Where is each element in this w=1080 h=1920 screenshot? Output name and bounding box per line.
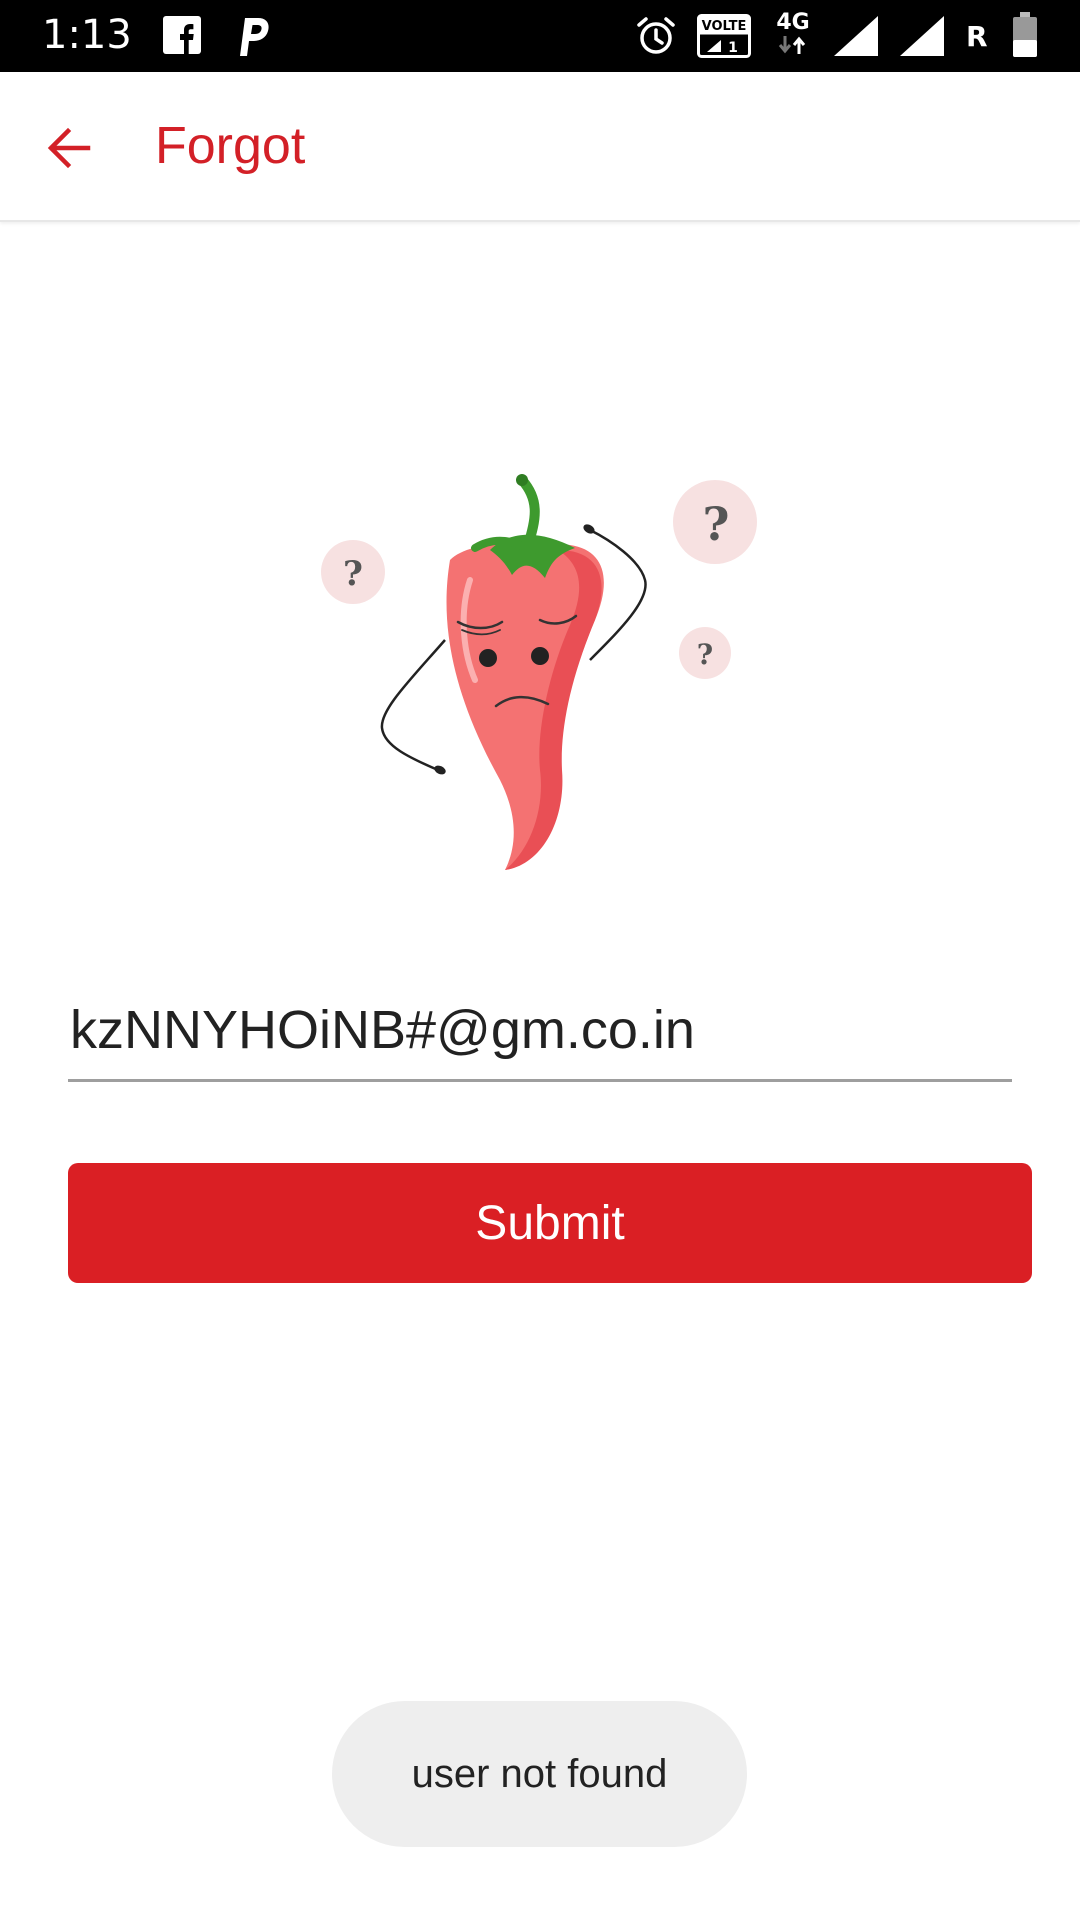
svg-text:?: ? (703, 497, 730, 551)
toast-message: user not found (332, 1701, 747, 1847)
toast-text: user not found (411, 1751, 668, 1796)
question-bubble-icon: ? (679, 627, 731, 679)
battery-icon (1013, 12, 1037, 57)
signal-icon (834, 16, 878, 56)
facebook-icon (163, 16, 201, 54)
submit-button[interactable]: Submit (68, 1163, 1032, 1283)
signal-icon (900, 16, 944, 56)
status-bar: 1:13 VOLTE 1 4G R (0, 0, 1080, 72)
svg-text:?: ? (697, 638, 713, 671)
paytm-p-icon (240, 18, 269, 56)
arrow-left-icon[interactable] (38, 116, 102, 180)
page-title: Forgot (155, 117, 306, 175)
roaming-icon: R (966, 20, 988, 53)
svg-text:?: ? (343, 554, 363, 594)
alarm-icon (637, 17, 675, 54)
network-4g-icon: 4G (773, 12, 813, 61)
volte-icon: VOLTE 1 (697, 14, 751, 58)
app-bar: Forgot (0, 72, 1080, 222)
confused-chilli-illustration: ? ? ? (321, 474, 757, 870)
question-bubble-icon: ? (673, 480, 757, 564)
svg-text:1: 1 (728, 40, 738, 56)
email-field[interactable] (68, 980, 1012, 1082)
forgot-password-screen: 1:13 VOLTE 1 4G R Forgot ? ? ? kzNNYHOiN… (0, 0, 1080, 1920)
svg-text:VOLTE: VOLTE (702, 19, 747, 34)
status-time: 1:13 (42, 12, 132, 58)
question-bubble-icon: ? (321, 540, 385, 604)
